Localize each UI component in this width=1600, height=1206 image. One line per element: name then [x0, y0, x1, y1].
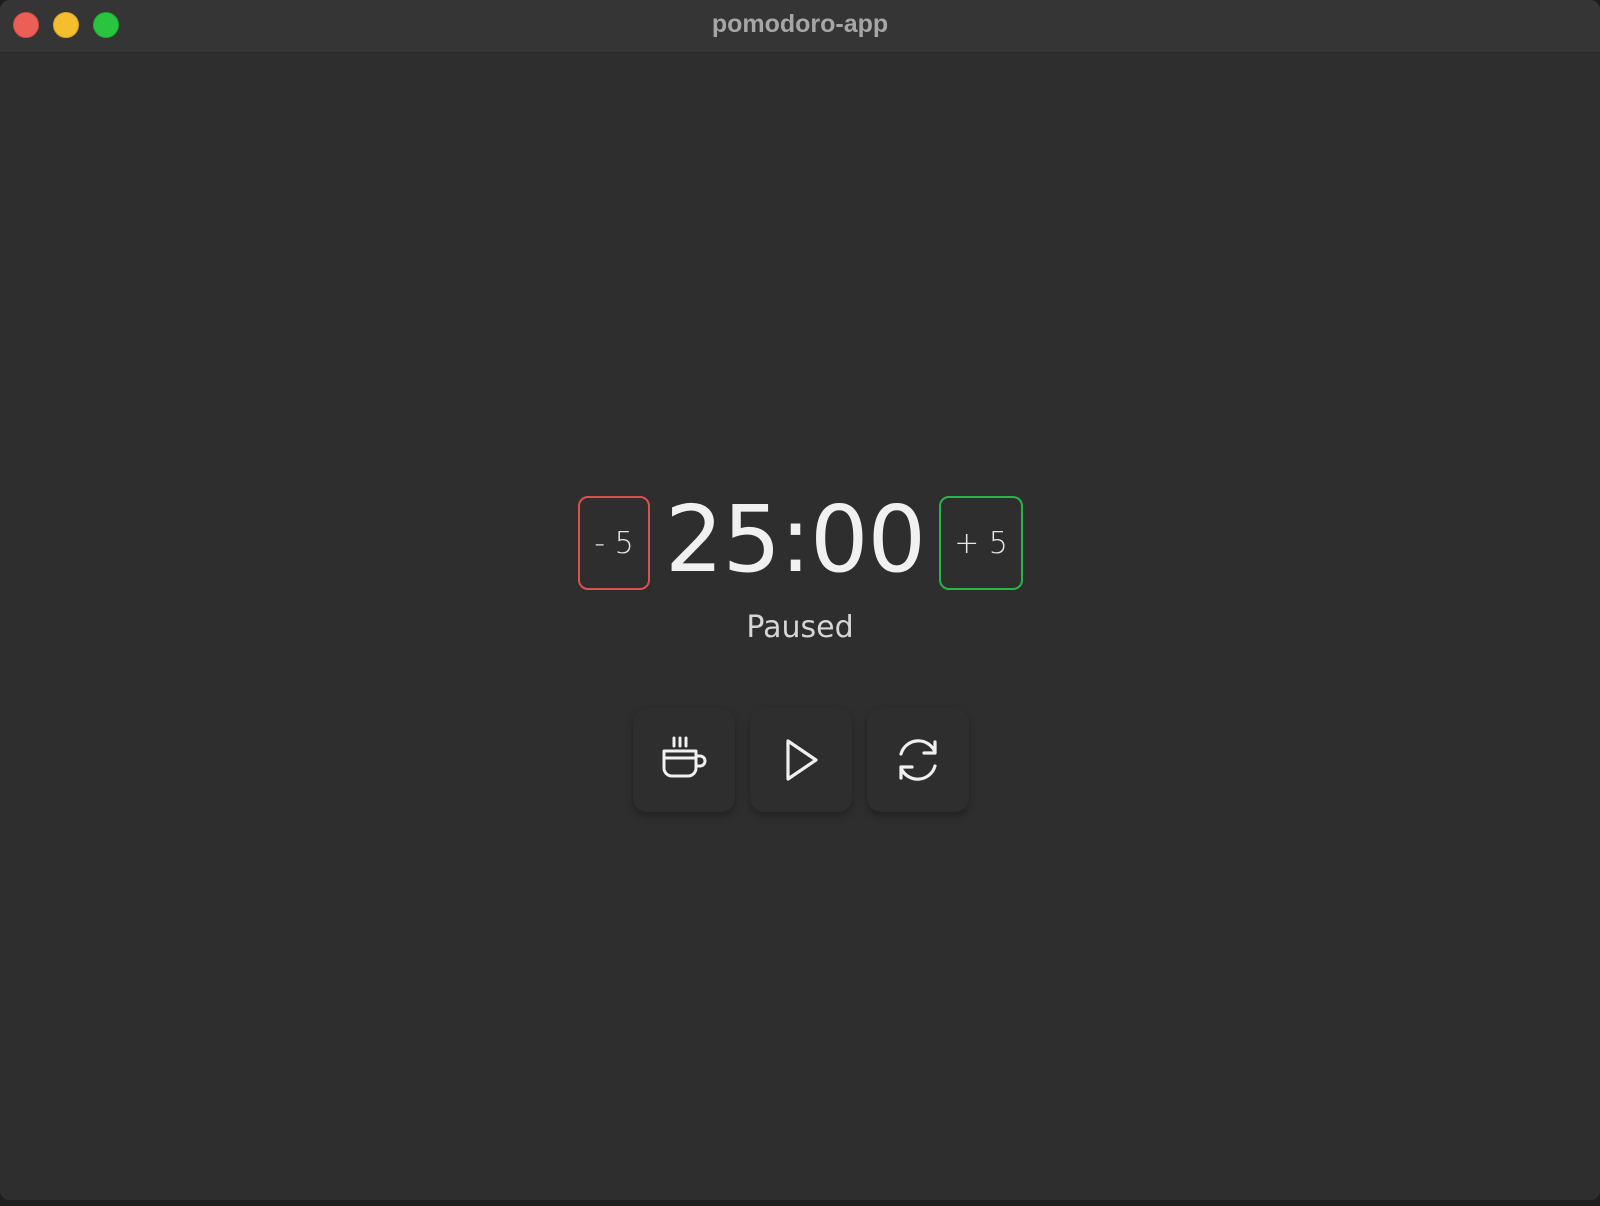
reset-icon: [891, 735, 945, 785]
coffee-cup-icon: [658, 734, 710, 786]
timer-view: - 5 25:00 + 5 Paused: [0, 53, 1600, 1200]
reset-button[interactable]: [867, 708, 969, 812]
increase-time-button[interactable]: + 5: [939, 496, 1023, 590]
break-button[interactable]: [633, 708, 735, 812]
app-window: pomodoro-app - 5 25:00 + 5 Paused: [0, 0, 1600, 1200]
timer-status: Paused: [746, 610, 854, 645]
play-button[interactable]: [750, 708, 852, 812]
window-title: pomodoro-app: [711, 10, 889, 38]
title-bar: pomodoro-app: [0, 0, 1600, 53]
play-icon: [779, 736, 823, 784]
decrease-time-button[interactable]: - 5: [578, 496, 650, 590]
timer-display: 25:00: [664, 486, 926, 593]
